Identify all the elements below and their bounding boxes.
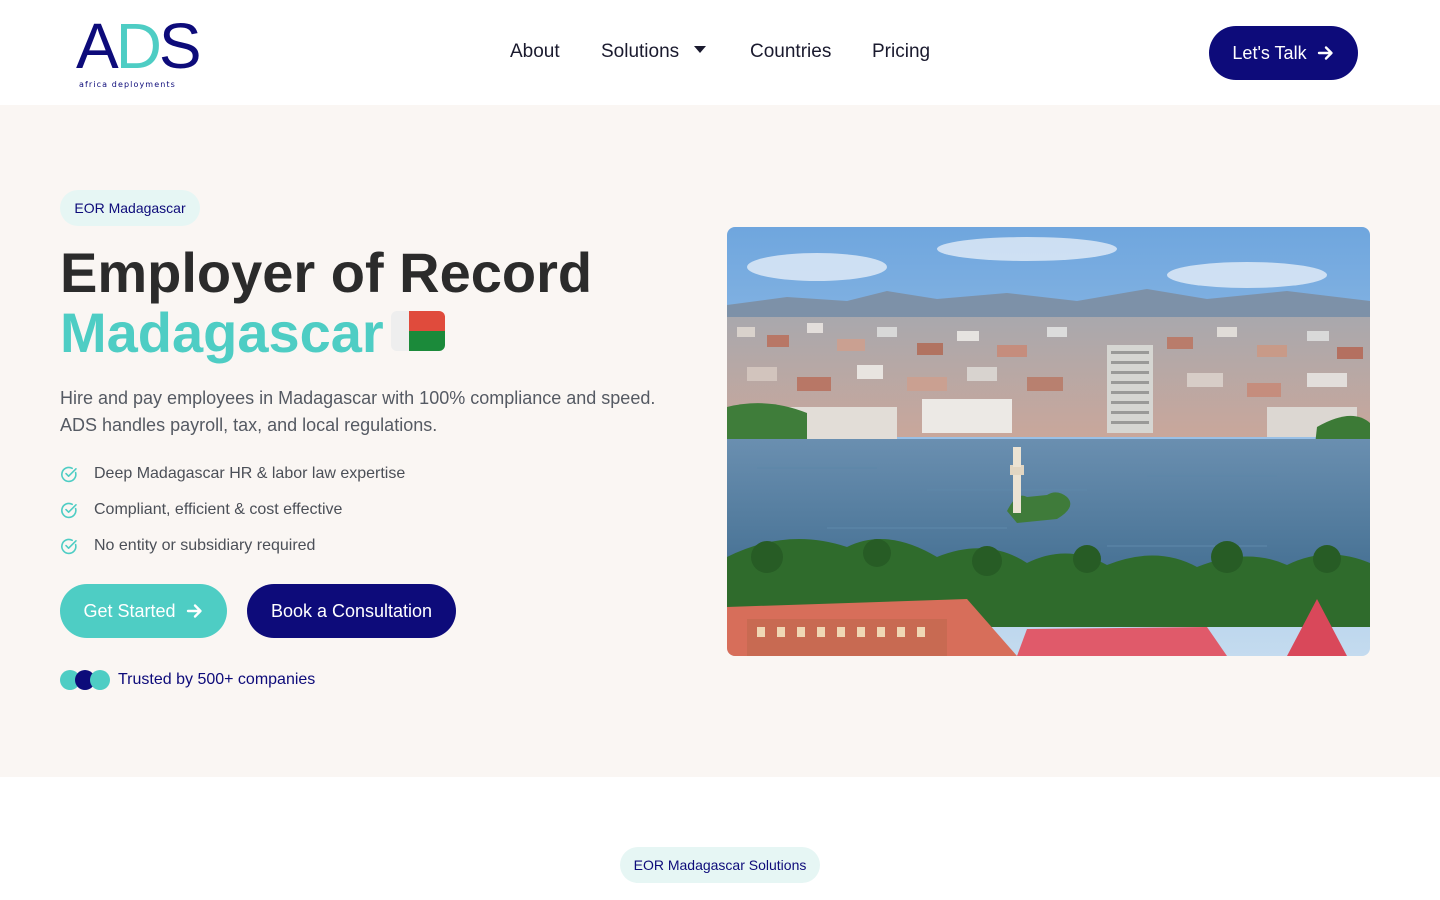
trust-text: Trusted by 500+ companies: [118, 671, 316, 688]
avatar: [90, 670, 110, 690]
feature-text: No entity or subsidiary required: [94, 537, 316, 554]
nav-solutions-label: Solutions: [601, 41, 680, 62]
feature-text: Deep Madagascar HR & labor law expertise: [94, 465, 406, 482]
lets-talk-label: Let's Talk: [1232, 42, 1307, 63]
madagascar-flag-icon: [391, 311, 445, 351]
feature-item: No entity or subsidiary required: [60, 534, 315, 558]
book-consultation-button[interactable]: Book a Consultation: [247, 584, 456, 638]
get-started-button[interactable]: Get Started: [60, 584, 227, 638]
arrow-right-icon: [1317, 46, 1333, 60]
hero-city-image: [727, 227, 1370, 656]
solutions-badge: EOR Madagascar Solutions: [620, 847, 820, 883]
nav-about[interactable]: About: [510, 40, 560, 64]
nav-countries[interactable]: Countries: [750, 40, 831, 64]
site-header: ADS africa deployments About Solutions C…: [0, 0, 1440, 105]
check-circle-icon: [61, 502, 77, 519]
arrow-right-icon: [186, 604, 202, 618]
solutions-section: EOR Madagascar Solutions: [0, 777, 1440, 900]
hero-section: EOR Madagascar Employer of Record Madaga…: [0, 105, 1440, 777]
hero-title-line2: Madagascar: [60, 301, 384, 364]
hero-description: Hire and pay employees in Madagascar wit…: [60, 388, 656, 435]
nav-solutions[interactable]: Solutions: [601, 40, 707, 64]
caret-down-icon: [694, 46, 707, 54]
check-circle-icon: [61, 466, 77, 483]
get-started-label: Get Started: [83, 600, 176, 621]
lets-talk-button[interactable]: Let's Talk: [1209, 26, 1358, 80]
check-circle-icon: [61, 538, 77, 555]
avatar-stack: [60, 670, 112, 690]
eor-badge: EOR Madagascar: [60, 190, 200, 226]
feature-item: Deep Madagascar HR & labor law expertise: [60, 462, 405, 486]
feature-item: Compliant, efficient & cost effective: [60, 498, 342, 522]
nav-pricing[interactable]: Pricing: [872, 40, 930, 64]
feature-text: Compliant, efficient & cost effective: [94, 501, 343, 518]
trust-indicator: Trusted by 500+ companies: [60, 669, 315, 691]
hero-title-line1: Employer of Record: [60, 241, 593, 304]
